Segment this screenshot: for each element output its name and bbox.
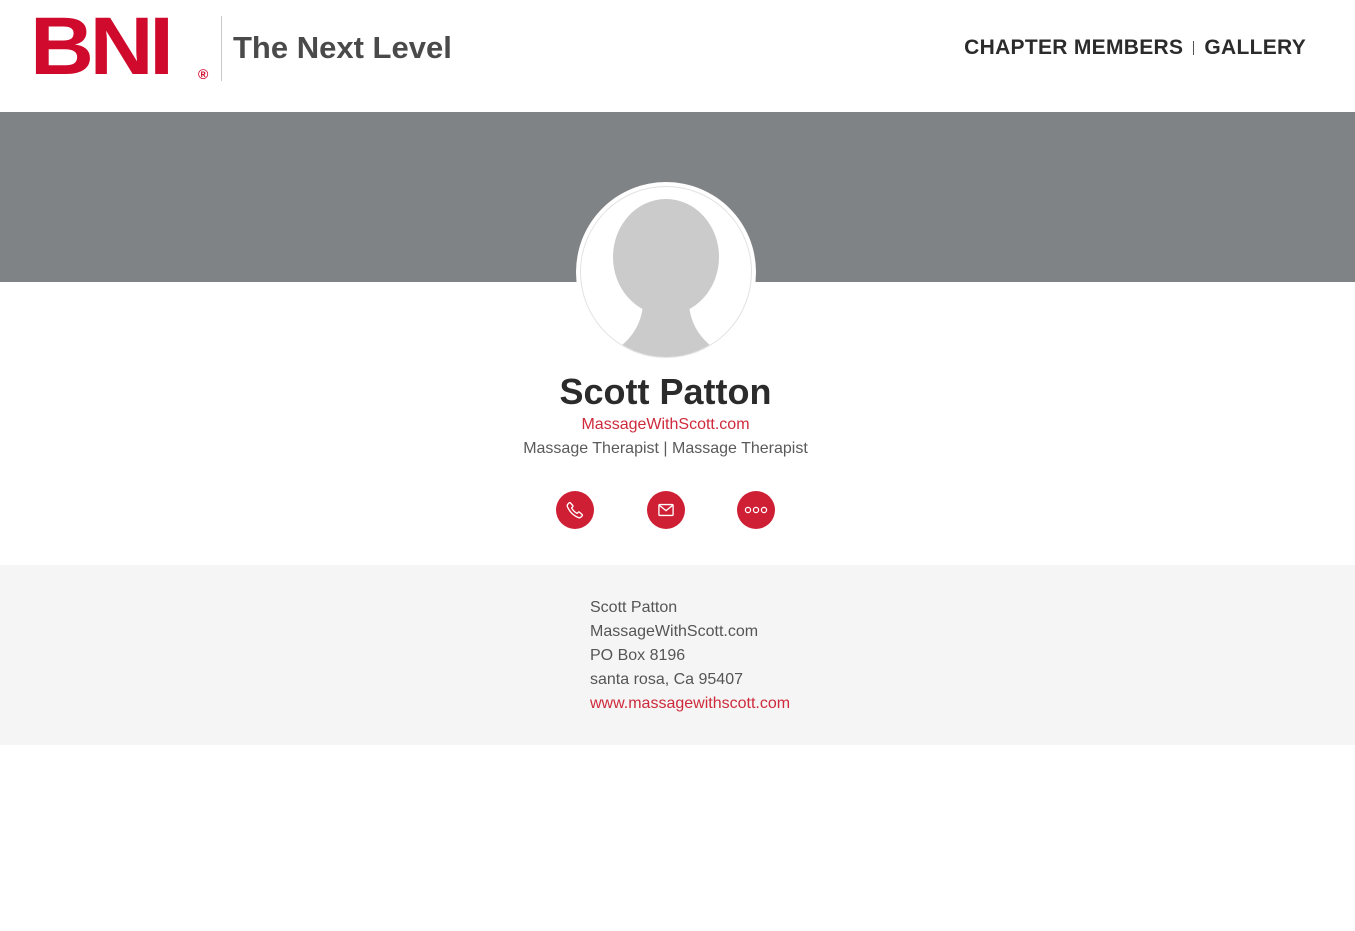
default-avatar-icon: [611, 199, 721, 357]
avatar-frame: [580, 186, 752, 358]
address-city-state-zip: santa rosa, Ca 95407: [590, 671, 743, 688]
logo-divider: [221, 16, 222, 81]
address-company: MassageWithScott.com: [590, 623, 759, 640]
bni-logo[interactable]: BNI ®: [30, 6, 212, 88]
phone-button[interactable]: [556, 491, 594, 529]
address-name: Scott Patton: [590, 599, 678, 616]
address-section: Scott Patton MassageWithScott.com PO Box…: [0, 565, 1355, 745]
nav-chapter-members[interactable]: CHAPTER MEMBERS: [964, 36, 1183, 60]
member-company: MassageWithScott.com: [0, 415, 1331, 435]
member-name: Scott Patton: [559, 371, 772, 412]
email-icon: [658, 503, 674, 517]
more-button[interactable]: [737, 491, 775, 529]
member-profession: Massage Therapist | Massage Therapist: [523, 440, 808, 457]
address-block: Scott Patton MassageWithScott.com PO Box…: [590, 596, 790, 716]
logo-registered-mark: ®: [198, 66, 209, 82]
avatar: [576, 182, 756, 362]
logo-text: BNI: [30, 1, 174, 92]
main-nav: CHAPTER MEMBERS GALLERY: [964, 35, 1306, 61]
chapter-name: The Next Level: [233, 30, 452, 65]
nav-gallery[interactable]: GALLERY: [1204, 36, 1306, 60]
address-website-row: www.massagewithscott.com: [590, 692, 790, 716]
contact-actions: [0, 491, 1331, 529]
site-header: BNI ® The Next Level CHAPTER MEMBERS GAL…: [0, 0, 1355, 112]
company-link[interactable]: MassageWithScott.com: [581, 416, 749, 433]
website-link[interactable]: www.massagewithscott.com: [590, 695, 790, 712]
address-line1: PO Box 8196: [590, 647, 686, 664]
email-button[interactable]: [647, 491, 685, 529]
more-icon: [744, 506, 768, 514]
phone-icon: [566, 501, 584, 519]
nav-separator: [1193, 41, 1195, 55]
